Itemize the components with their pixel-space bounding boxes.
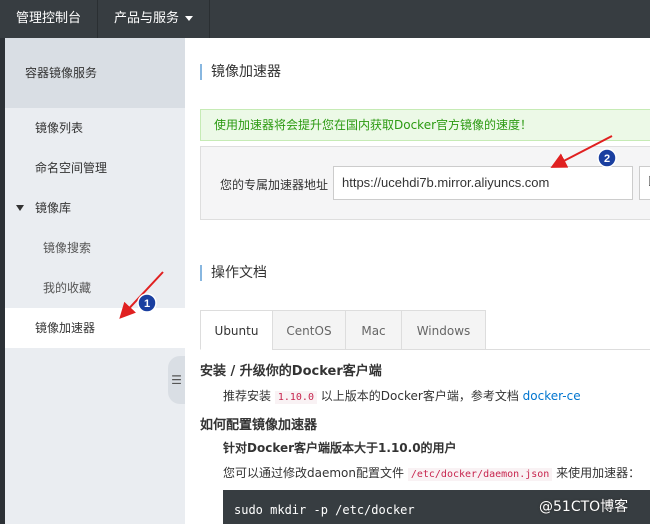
docs-title: 操作文档 <box>200 265 267 281</box>
config-text-post: 来使用加速器： <box>556 466 641 480</box>
watermark: @51CTO博客 <box>539 499 629 515</box>
tab-centos[interactable]: CentOS <box>272 310 346 350</box>
sidebar-item-image-list[interactable]: 镜像列表 <box>5 108 185 148</box>
tab-windows[interactable]: Windows <box>401 310 486 350</box>
config-text: 您可以通过修改daemon配置文件 /etc/docker/daemon.jso… <box>223 464 640 481</box>
sidebar: 容器镜像服务 镜像列表 命名空间管理 镜像库 镜像搜索 我的收藏 镜像加速器 <box>5 38 185 524</box>
accelerator-address-panel: 您的专属加速器地址 https://ucehdi7b.mirror.aliyun… <box>200 146 650 220</box>
install-text: 推荐安装 1.10.0 以上版本的Docker客户端，参考文档 docker-c… <box>223 387 581 404</box>
chevron-down-icon <box>185 16 194 21</box>
console-link[interactable]: 管理控制台 <box>0 0 99 38</box>
docker-ce-link[interactable]: docker-ce <box>523 389 581 403</box>
install-text-pre: 推荐安装 <box>223 389 272 403</box>
config-text-pre: 您可以通过修改daemon配置文件 <box>223 466 404 480</box>
products-menu-label: 产品与服务 <box>114 11 180 26</box>
tab-mac[interactable]: Mac <box>345 310 402 350</box>
address-label: 您的专属加速器地址 <box>220 178 329 192</box>
main-content: 镜像加速器 使用加速器将会提升您在国内获取Docker官方镜像的速度！ 您的专属… <box>185 38 650 524</box>
sidebar-group-label: 镜像库 <box>35 201 72 215</box>
accelerator-address-field[interactable]: https://ucehdi7b.mirror.aliyuncs.com <box>333 166 633 200</box>
tab-ubuntu[interactable]: Ubuntu <box>200 310 273 350</box>
sidebar-nav: 镜像列表 命名空间管理 镜像库 镜像搜索 我的收藏 镜像加速器 <box>5 108 185 348</box>
sidebar-item-namespace[interactable]: 命名空间管理 <box>5 148 185 188</box>
sidebar-item-accelerator[interactable]: 镜像加速器 <box>5 308 185 348</box>
top-navbar: 管理控制台 产品与服务 <box>0 0 650 38</box>
config-subheading: 针对Docker客户端版本大于1.10.0的用户 <box>223 441 457 455</box>
sidebar-item-favorites[interactable]: 我的收藏 <box>5 268 185 308</box>
products-menu[interactable]: 产品与服务 <box>98 0 211 38</box>
copy-button[interactable]: ❐ <box>639 166 650 200</box>
version-code: 1.10.0 <box>274 391 317 404</box>
install-heading: 安装 / 升级你的Docker客户端 <box>200 364 382 379</box>
sidebar-group-image-repo[interactable]: 镜像库 <box>5 188 185 228</box>
caret-down-icon <box>16 205 24 211</box>
os-tabs: Ubuntu CentOS Mac Windows <box>200 310 650 350</box>
install-text-mid: 以上版本的Docker客户端，参考文档 <box>320 389 519 403</box>
sidebar-title: 容器镜像服务 <box>5 38 185 108</box>
sidebar-item-image-search[interactable]: 镜像搜索 <box>5 228 185 268</box>
info-notice: 使用加速器将会提升您在国内获取Docker官方镜像的速度！ <box>200 109 650 141</box>
sidebar-collapse-handle[interactable]: ☰ <box>168 356 185 404</box>
config-heading: 如何配置镜像加速器 <box>200 418 318 433</box>
page-title: 镜像加速器 <box>200 64 281 80</box>
menu-collapse-icon: ☰ <box>171 373 182 387</box>
config-path-code: /etc/docker/daemon.json <box>407 468 553 481</box>
